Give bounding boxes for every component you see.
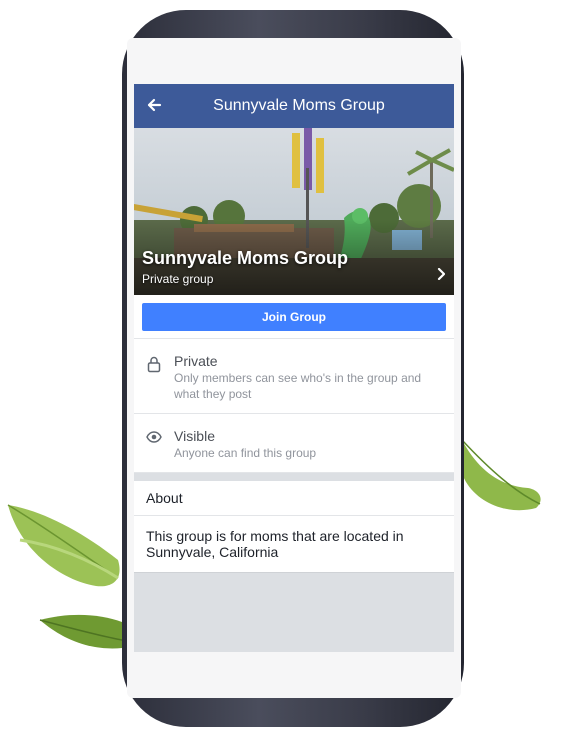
arrow-left-icon[interactable]: [146, 97, 162, 113]
navigation-bar: Sunnyvale Moms Group: [134, 84, 454, 128]
eye-icon: [146, 431, 162, 443]
cover-group-type: Private group: [142, 272, 214, 286]
page-title: Sunnyvale Moms Group: [213, 97, 385, 114]
join-section: Join Group: [134, 295, 454, 339]
visibility-title: Visible: [174, 428, 215, 444]
join-group-button[interactable]: Join Group: [142, 303, 446, 331]
cover-photo[interactable]: Sunnyvale Moms Group Private group: [134, 128, 454, 295]
lock-icon: [147, 356, 161, 373]
chevron-right-icon[interactable]: [437, 268, 445, 280]
group-page: Sunnyvale Moms Group Sunnyvale Moms Grou…: [134, 84, 454, 652]
visibility-row: Visible Anyone can find this group: [134, 414, 454, 473]
about-text: This group is for moms that are located …: [134, 516, 454, 573]
playground-image: [134, 128, 454, 295]
privacy-row: Private Only members can see who's in th…: [134, 339, 454, 414]
phone-screen: Sunnyvale Moms Group Sunnyvale Moms Grou…: [127, 38, 461, 698]
about-heading: About: [134, 481, 454, 516]
privacy-description: Only members can see who's in the group …: [174, 371, 422, 401]
privacy-title: Private: [174, 353, 218, 369]
section-divider: [134, 473, 454, 481]
visibility-description: Anyone can find this group: [174, 446, 317, 460]
cover-group-name: Sunnyvale Moms Group: [142, 248, 349, 268]
